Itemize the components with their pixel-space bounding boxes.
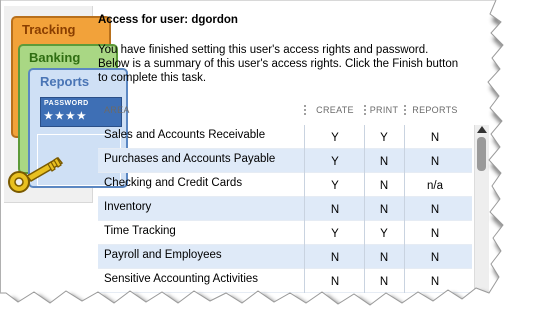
table-row[interactable]: Purchases and Accounts Payable Y N N	[98, 149, 472, 173]
cell-reports: N	[430, 228, 440, 240]
reports-card-label: Reports	[40, 74, 90, 89]
description-line: You have finished setting this user's ac…	[98, 44, 429, 56]
cell-print: Y	[380, 132, 388, 144]
cell-create: Y	[331, 156, 339, 168]
dialog-description: You have finished setting this user's ac…	[98, 43, 492, 85]
scroll-up-arrow-icon[interactable]	[477, 126, 487, 133]
column-gridline	[404, 125, 405, 293]
cell-area: Checking and Credit Cards	[104, 177, 243, 189]
password-label: PASSWORD	[44, 100, 89, 107]
cell-print: N	[379, 204, 389, 216]
cell-reports: N	[430, 156, 440, 168]
cell-print: N	[379, 276, 389, 288]
description-line: Below is a summary of this user's access…	[98, 58, 459, 70]
key-icon	[8, 157, 64, 193]
column-header-reports[interactable]: REPORTS	[406, 105, 464, 115]
access-rights-table: AREA CREATE PRINT REPORTS Sales and Acco…	[98, 102, 489, 293]
table-row[interactable]: Time Tracking Y Y N	[98, 221, 472, 245]
tracking-card-label: Tracking	[22, 22, 76, 37]
banking-card-label: Banking	[29, 50, 81, 65]
column-header-print[interactable]: PRINT	[365, 105, 403, 115]
cell-print: N	[379, 180, 389, 192]
cell-create: N	[330, 252, 340, 264]
cell-print: Y	[380, 228, 388, 240]
cell-area: Time Tracking	[104, 225, 176, 237]
cell-create: Y	[331, 228, 339, 240]
cell-print: N	[379, 156, 389, 168]
cell-area: Inventory	[104, 201, 152, 213]
table-header: AREA CREATE PRINT REPORTS	[98, 102, 488, 118]
table-row[interactable]: Checking and Credit Cards Y N n/a	[98, 173, 472, 197]
column-header-area[interactable]: AREA	[104, 105, 130, 115]
dialog-heading: Access for user: dgordon	[98, 14, 238, 26]
table-row[interactable]: Inventory N N N	[98, 197, 472, 221]
column-header-create[interactable]: CREATE	[306, 105, 364, 115]
cell-create: N	[330, 204, 340, 216]
vertical-scrollbar[interactable]	[474, 125, 489, 293]
cell-reports: N	[430, 132, 440, 144]
table-row[interactable]: Sensitive Accounting Activities N N N	[98, 269, 472, 293]
cell-area: Purchases and Accounts Payable	[104, 153, 276, 165]
cell-create: Y	[331, 132, 339, 144]
cell-reports: n/a	[427, 180, 443, 192]
cell-create: Y	[331, 180, 339, 192]
cell-area: Sensitive Accounting Activities	[104, 273, 259, 285]
table-row[interactable]: Payroll and Employees N N N	[98, 245, 472, 269]
column-gridline	[304, 125, 305, 293]
cell-reports: N	[430, 204, 440, 216]
cell-area: Payroll and Employees	[104, 249, 222, 261]
cell-create: N	[330, 276, 340, 288]
cell-reports: N	[430, 276, 440, 288]
wizard-panel: Tracking Banking Reports PASSWORD ★★★★ A…	[4, 6, 492, 294]
table-row[interactable]: Sales and Accounts Receivable Y Y N	[98, 125, 472, 149]
password-mask: ★★★★	[44, 111, 88, 122]
cell-print: N	[379, 252, 389, 264]
description-line: to complete this task.	[98, 72, 207, 84]
column-gridline	[364, 125, 365, 293]
illustration: Tracking Banking Reports PASSWORD ★★★★	[4, 6, 128, 203]
scroll-thumb[interactable]	[477, 137, 486, 171]
table-body: Sales and Accounts Receivable Y Y N Purc…	[98, 125, 472, 293]
cell-reports: N	[430, 252, 440, 264]
cell-area: Sales and Accounts Receivable	[104, 129, 266, 141]
